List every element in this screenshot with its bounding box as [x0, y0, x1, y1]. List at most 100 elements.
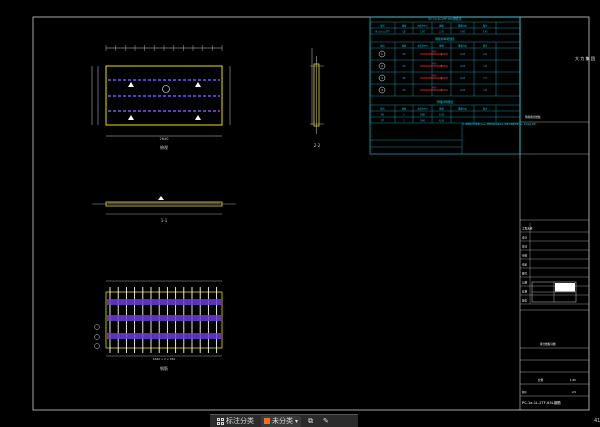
layers-icon: ⧉ — [308, 416, 314, 425]
table-cell: C8 — [403, 77, 407, 80]
rebar-view-label: 钢筋 — [160, 365, 168, 371]
table-cell: 2 — [381, 65, 383, 68]
lifting-point-icon — [128, 82, 134, 87]
table-header-cell: 备注 — [483, 107, 488, 111]
cad-drawing-canvas[interactable]: 2640 俯视 2-2 1-1 2640 x 2 x 350 钢筋 PC-1a-… — [0, 0, 600, 427]
rebar-view[interactable]: 2640 x 2 x 350 钢筋 — [94, 280, 223, 371]
table-cell: 0.80 — [420, 114, 425, 117]
table-title-3: 预埋件明细表 — [437, 100, 454, 104]
table-header-cell: 编号 — [380, 24, 385, 28]
side-view-label: 2-2 — [314, 143, 321, 148]
grid-icon — [217, 417, 224, 425]
title-note: 预制叠合楼板 — [525, 115, 541, 119]
table-cell: 6.38 — [439, 114, 444, 117]
table-cell: 2.43 — [460, 89, 465, 92]
table-header-cell: 规格 — [402, 24, 407, 28]
table-cell: DT — [381, 120, 385, 123]
table-cell: 1 — [403, 120, 405, 123]
table-header-cell: 编号 — [380, 44, 385, 48]
drawing-code: PC-1a-1L-2TF-63L钢筋 — [522, 400, 561, 405]
table-note: 注: 钢筋保护层厚度15mm, 钢筋等级HRB400, 混凝土强度等级C30, … — [462, 122, 536, 126]
color-swatch-icon — [264, 418, 270, 424]
title-block[interactable]: 大 力 集 团 预制叠合楼板 工程名称设计校对审核审定图号日期比例版本 叠合楼板… — [520, 55, 595, 405]
top-view-dim: 2640 — [160, 137, 169, 141]
title-block-row-label: 日期 — [522, 281, 528, 285]
scale-label: 比例 — [538, 378, 544, 382]
table-cell: 2.43 — [460, 77, 465, 80]
annotation-category-button[interactable]: 标注分类 — [214, 416, 257, 427]
side-view[interactable]: 2-2 — [310, 48, 324, 148]
lifting-point-icon — [195, 115, 201, 120]
unclassified-label: 未分类 — [272, 417, 293, 425]
table-cell: 1.8 — [483, 53, 487, 56]
sheet-value: 2/4 — [572, 391, 576, 394]
table-cell: 1.5 — [483, 77, 487, 80]
table-cell: 1.8 — [483, 65, 487, 68]
scale-value: 1:25 — [570, 378, 576, 382]
table-cell: 1.8 — [483, 89, 487, 92]
corner-page-number: 41 — [594, 418, 600, 424]
company-name: 大 力 集 团 — [575, 55, 595, 61]
section-lift-icon — [158, 196, 164, 200]
lifting-point-icon — [195, 82, 201, 87]
table-header-cell: 重量(kg) — [458, 44, 467, 48]
section-label: 1-1 — [161, 218, 168, 223]
annotation-statusbar[interactable]: 标注分类 未分类 ▾ ⧉ ✎ — [210, 414, 358, 427]
title-block-row-label: 比例 — [522, 290, 528, 294]
chevron-down-icon: ▾ — [295, 417, 299, 425]
layer-filter-button[interactable]: ⧉ — [305, 416, 316, 427]
table-cell: 0.80 — [420, 120, 425, 123]
title-block-row-label: 图号 — [522, 272, 528, 276]
table-header-cell: 数量 — [439, 107, 444, 111]
table-header-cell: 备注 — [483, 24, 488, 28]
table-cell: 4 — [381, 89, 383, 92]
table-header-cell: 重量(kg) — [458, 107, 467, 111]
table-title-2: 钢筋材料明细表 — [435, 37, 455, 41]
table-header-cell: 规格 — [402, 44, 407, 48]
sheet-label: 图号 — [522, 390, 527, 394]
table-cell: C8 — [403, 53, 407, 56]
table-cell: C8 — [403, 65, 407, 68]
rebar-band-purple — [107, 315, 221, 321]
table-cell: 4 — [441, 89, 443, 92]
table-cell: 1 — [403, 114, 405, 117]
title-block-row-label: 审核 — [522, 254, 528, 258]
section-view[interactable]: 1-1 — [92, 196, 236, 223]
unclassified-button[interactable]: 未分类 ▾ — [261, 415, 302, 427]
table-header-cell: 长度(mm) — [417, 24, 427, 28]
annotation-category-label: 标注分类 — [226, 417, 254, 425]
table-header-cell: 长度(mm) — [417, 107, 427, 111]
table-cell: 2.43 — [483, 31, 488, 34]
table-cell: 1 — [381, 53, 383, 56]
rebar-table[interactable]: PC-1a-1L-2TF-63L钢筋表 编号 规格 长度(mm) 数量 重量(kg) 备注… — [369, 16, 536, 155]
title-block-row-label: 工程名称 — [522, 227, 533, 231]
edit-icon: ✎ — [323, 417, 329, 425]
table-cell: 2 — [441, 65, 443, 68]
table-cell: 1 — [441, 53, 443, 56]
drawing-name: 叠合楼板详图 — [540, 342, 556, 346]
title-block-row-label: 校对 — [522, 245, 528, 249]
table-cell: 6 — [441, 77, 443, 80]
title-block-row-label: 设计 — [522, 236, 528, 240]
top-view[interactable]: 2640 俯视 — [91, 45, 231, 150]
table-header-cell: 长度(mm) — [417, 44, 427, 48]
table-title-1: PC-1a-1L-2TF-63L钢筋表 — [428, 17, 461, 21]
table-cell: C8 — [403, 89, 407, 92]
title-block-row-label: 版本 — [522, 299, 528, 303]
table-header-cell: 数量 — [439, 44, 444, 48]
table-header-cell: 备注 — [483, 44, 488, 48]
table-cell: PC-1a-1L-2TF — [375, 31, 390, 34]
drawing-outer-frame — [32, 16, 590, 411]
center-mark-icon — [162, 85, 170, 93]
table-cell: 2.43 — [460, 53, 465, 56]
table-cell: 6.38 — [439, 120, 444, 123]
table-header-cell: 规格 — [402, 107, 407, 111]
table-cell: MJ — [381, 114, 384, 117]
table-cell: C8 — [403, 31, 407, 34]
table-header-cell: 数量 — [439, 24, 444, 28]
table-header-cell: 重量(kg) — [458, 24, 467, 28]
edit-annotation-button[interactable]: ✎ — [320, 416, 332, 427]
table-cell: 1.00 — [420, 31, 425, 34]
table-header-cell: 编号 — [380, 107, 385, 111]
title-block-row-label: 审定 — [522, 263, 528, 267]
